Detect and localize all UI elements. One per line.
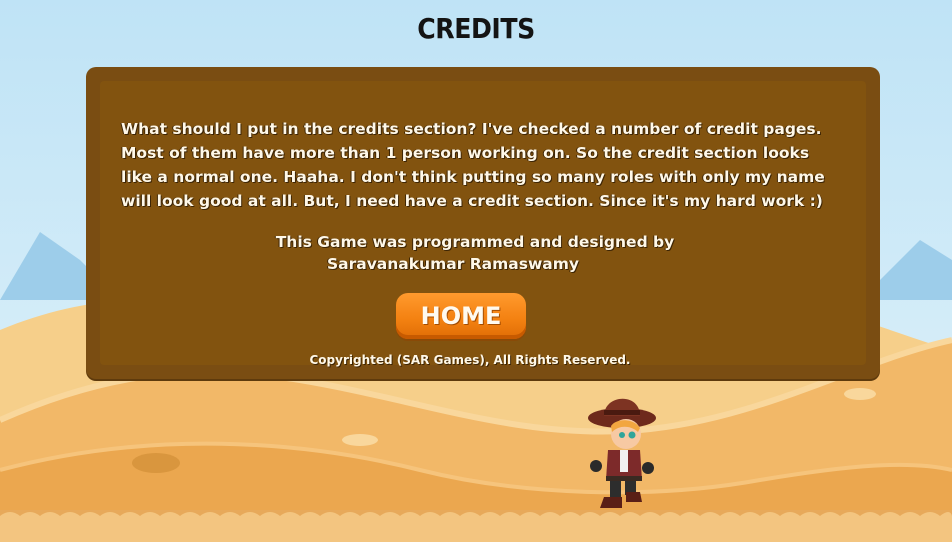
game-scene: CREDITS What should I put in the credits…: [0, 0, 952, 542]
page-title: CREDITS: [417, 12, 535, 45]
credits-intro-line: What should I put in the credits section…: [121, 120, 822, 138]
credits-panel-body: What should I put in the credits section…: [86, 67, 880, 379]
credits-intro-line: Most of them have more than 1 person wor…: [121, 144, 810, 162]
credit-role-line: This Game was programmed and designed by: [275, 233, 675, 251]
credits-intro-text: What should I put in the credits section…: [116, 117, 855, 213]
credits-intro-line: like a normal one. Haaha. I don't think …: [121, 168, 825, 186]
credits-intro-line: will look good at all. But, I need have …: [121, 192, 823, 210]
credits-panel: What should I put in the credits section…: [86, 67, 880, 379]
cowboy-character-sprite: [588, 398, 656, 508]
copyright-text: Copyrighted (SAR Games), All Rights Rese…: [309, 353, 631, 367]
credit-author-name: Saravanakumar Ramaswamy: [326, 255, 580, 273]
home-button[interactable]: HOME: [396, 293, 526, 339]
